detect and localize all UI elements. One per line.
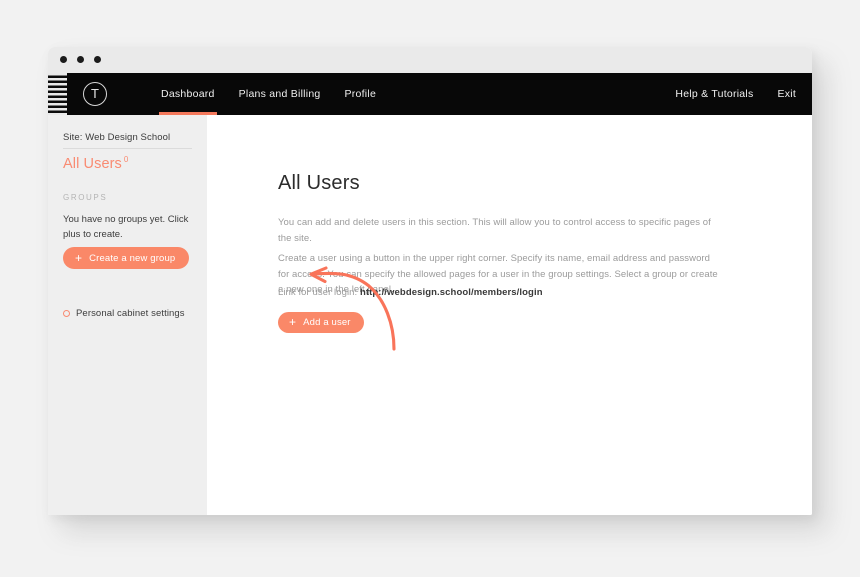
create-new-group-label: Create a new group bbox=[89, 252, 176, 264]
browser-window: T Dashboard Plans and Billing Profile He… bbox=[48, 47, 812, 515]
user-login-url[interactable]: http://webdesign.school/members/login bbox=[360, 287, 543, 298]
minimize-dot-icon[interactable] bbox=[77, 56, 84, 63]
nav-item-exit[interactable]: Exit bbox=[777, 73, 796, 115]
logo-glyph-icon: T bbox=[91, 86, 99, 101]
sidebar-item-all-users-count: 0 bbox=[123, 155, 129, 164]
personal-cabinet-settings-label: Personal cabinet settings bbox=[76, 308, 185, 319]
nav-item-help-and-tutorials[interactable]: Help & Tutorials bbox=[675, 73, 753, 115]
create-new-group-button[interactable]: + Create a new group bbox=[63, 247, 190, 269]
page-title: All Users bbox=[278, 172, 360, 194]
main-panel: All Users You can add and delete users i… bbox=[207, 115, 812, 515]
nav-item-dashboard[interactable]: Dashboard bbox=[159, 73, 217, 115]
window-titlebar bbox=[48, 47, 812, 73]
sidebar-item-personal-cabinet-settings[interactable]: Personal cabinet settings bbox=[63, 308, 185, 319]
app-content: Site: Web Design School All Users 0 GROUP… bbox=[48, 115, 812, 515]
screenshot-canvas: T Dashboard Plans and Billing Profile He… bbox=[0, 0, 860, 577]
maximize-dot-icon[interactable] bbox=[94, 56, 101, 63]
close-dot-icon[interactable] bbox=[60, 56, 67, 63]
user-login-link-label: Link for user login: bbox=[278, 287, 358, 298]
secondary-nav: Help & Tutorials Exit bbox=[675, 73, 796, 115]
user-login-link-line: Link for user login: http://webdesign.sc… bbox=[278, 287, 543, 298]
nav-item-profile[interactable]: Profile bbox=[345, 73, 377, 115]
zigzag-pattern-decor bbox=[48, 73, 67, 115]
sidebar-divider bbox=[63, 148, 192, 149]
primary-nav: Dashboard Plans and Billing Profile bbox=[159, 73, 377, 115]
add-a-user-button[interactable]: + Add a user bbox=[278, 312, 364, 333]
site-label: Site: Web Design School bbox=[63, 132, 171, 143]
circle-icon bbox=[63, 310, 70, 317]
left-sidebar: Site: Web Design School All Users 0 GROUP… bbox=[48, 115, 207, 515]
plus-icon: + bbox=[75, 250, 83, 265]
top-navbar: T Dashboard Plans and Billing Profile He… bbox=[48, 73, 812, 115]
sidebar-item-all-users[interactable]: All Users 0 bbox=[63, 155, 128, 172]
description-paragraph-1: You can add and delete users in this sec… bbox=[278, 217, 711, 244]
add-a-user-label: Add a user bbox=[303, 317, 351, 328]
groups-empty-message: You have no groups yet. Click plus to cr… bbox=[63, 214, 189, 240]
nav-item-plans-and-billing[interactable]: Plans and Billing bbox=[239, 73, 321, 115]
sidebar-item-all-users-label: All Users bbox=[63, 155, 122, 172]
plus-icon: + bbox=[289, 315, 297, 329]
brand-logo[interactable]: T bbox=[83, 82, 107, 106]
window-controls bbox=[60, 56, 101, 63]
groups-section-heading: GROUPS bbox=[63, 193, 108, 202]
